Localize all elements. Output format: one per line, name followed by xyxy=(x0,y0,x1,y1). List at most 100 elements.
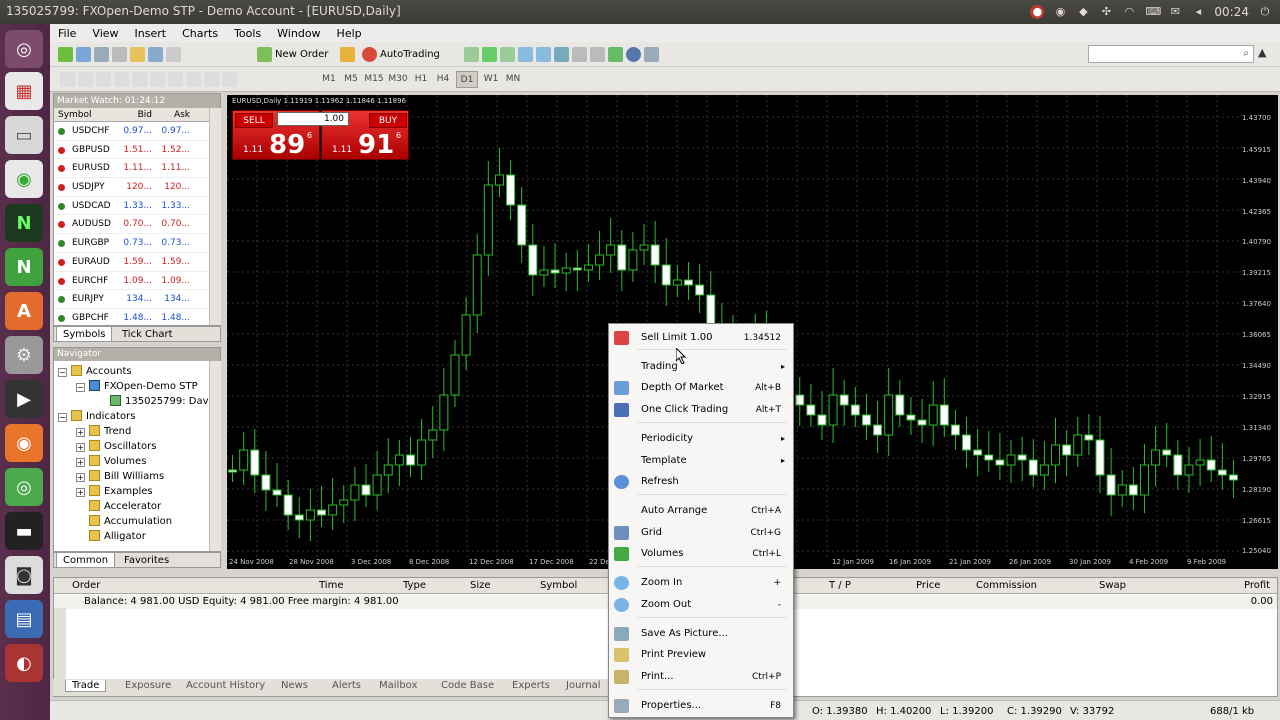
market-row[interactable]: EURGBP 0.73... 0.73... xyxy=(54,234,220,253)
tab-common[interactable]: Common xyxy=(56,553,116,568)
mail-icon[interactable]: ✉ xyxy=(1168,5,1182,19)
menu-sell-limit[interactable]: Sell Limit 1.00 1.34512 xyxy=(609,328,793,348)
monitor-icon[interactable]: ▬ xyxy=(5,512,43,550)
navigator-icon[interactable] xyxy=(130,47,145,62)
market-row[interactable]: USDCAD 1.33... 1.33... xyxy=(54,197,220,216)
autoscroll-icon[interactable] xyxy=(572,47,587,62)
market-watch-icon[interactable] xyxy=(94,47,109,62)
fibonacci-icon[interactable] xyxy=(168,72,183,87)
new-chart-icon[interactable] xyxy=(58,47,73,62)
collapse-icon[interactable]: ▲ xyxy=(1258,46,1266,59)
system-settings-icon[interactable]: ⚙ xyxy=(5,336,43,374)
terminal-icon[interactable]: ▶ xyxy=(5,380,43,418)
trendline-icon[interactable] xyxy=(132,72,147,87)
market-watch-scrollbar[interactable] xyxy=(209,108,221,325)
profiles-icon[interactable] xyxy=(76,47,91,62)
evernote-icon[interactable]: N xyxy=(5,248,43,286)
col-profit[interactable]: Profit xyxy=(1244,580,1270,591)
menu-trading[interactable]: Trading ▸ xyxy=(609,357,793,377)
market-row[interactable]: EURAUD 1.59... 1.59... xyxy=(54,253,220,272)
market-row[interactable]: EURUSD 1.11... 1.11... xyxy=(54,159,220,179)
nav-alligator[interactable]: Alligator xyxy=(89,529,146,544)
col-ask[interactable]: Ask xyxy=(156,108,194,121)
cursor-icon[interactable] xyxy=(60,72,75,87)
channel-icon[interactable] xyxy=(150,72,165,87)
menu-print-preview[interactable]: Print Preview xyxy=(609,645,793,665)
vertical-line-icon[interactable] xyxy=(96,72,111,87)
menu-properties[interactable]: Properties... F8 xyxy=(609,696,793,716)
tab-account-history[interactable]: Account History xyxy=(186,680,265,691)
col-tp[interactable]: T / P xyxy=(829,580,851,591)
col-size[interactable]: Size xyxy=(470,580,491,591)
menu-volumes[interactable]: Volumes Ctrl+L xyxy=(609,544,793,564)
tf-m5[interactable]: M5 xyxy=(340,71,362,88)
menu-zoom-out[interactable]: Zoom Out - xyxy=(609,595,793,615)
update-icon[interactable]: ● xyxy=(1030,5,1045,19)
col-time[interactable]: Time xyxy=(319,580,343,591)
templates-icon[interactable] xyxy=(644,47,659,62)
menu-template[interactable]: Template ▸ xyxy=(609,451,793,471)
menu-zoom-in[interactable]: Zoom In + xyxy=(609,573,793,593)
market-row[interactable]: GBPCHF 1.48... 1.48... xyxy=(54,309,220,328)
metaeditor-icon[interactable] xyxy=(340,47,355,62)
tf-h4[interactable]: H4 xyxy=(432,71,454,88)
nav-account[interactable]: 135025799: Dave xyxy=(110,394,215,409)
data-window-icon[interactable] xyxy=(112,47,127,62)
label-icon[interactable] xyxy=(204,72,219,87)
tf-mn[interactable]: MN xyxy=(502,71,524,88)
nav-trend[interactable]: + Trend xyxy=(76,424,131,439)
tab-favorites[interactable]: Favorites xyxy=(118,553,175,568)
col-bid[interactable]: Bid xyxy=(118,108,156,121)
text-icon[interactable] xyxy=(186,72,201,87)
arrows-icon[interactable] xyxy=(222,72,237,87)
mt4-icon[interactable]: ◐ xyxy=(5,644,43,682)
tester-icon[interactable] xyxy=(166,47,181,62)
clock[interactable]: 00:24 xyxy=(1214,5,1249,19)
nav-volumes[interactable]: + Volumes xyxy=(76,454,146,469)
menu-window[interactable]: Window xyxy=(269,27,328,40)
files-icon[interactable]: ▭ xyxy=(5,116,43,154)
nav-server[interactable]: − FXOpen-Demo STP xyxy=(76,379,198,394)
col-price[interactable]: Price xyxy=(916,580,940,591)
zoom-in-toolbar-icon[interactable] xyxy=(518,47,533,62)
wifi-icon[interactable]: ◠ xyxy=(1122,5,1136,19)
nav-accounts[interactable]: − Accounts xyxy=(58,364,132,379)
tf-h1[interactable]: H1 xyxy=(410,71,432,88)
menu-charts[interactable]: Charts xyxy=(174,27,226,40)
menu-save-as-picture[interactable]: Save As Picture... xyxy=(609,624,793,644)
search-input[interactable]: ⌕ xyxy=(1088,45,1254,63)
tab-alerts[interactable]: Alerts xyxy=(332,680,361,691)
tab-trade[interactable]: Trade xyxy=(65,680,107,692)
col-symbol[interactable]: Symbol xyxy=(540,580,577,591)
tf-m1[interactable]: M1 xyxy=(318,71,340,88)
tf-m30[interactable]: M30 xyxy=(386,71,410,88)
tab-mailbox[interactable]: Mailbox xyxy=(379,680,417,691)
app-icon[interactable]: ▤ xyxy=(5,600,43,638)
tab-journal[interactable]: Journal xyxy=(566,680,601,691)
sell-button[interactable]: SELL xyxy=(235,113,273,128)
tf-w1[interactable]: W1 xyxy=(480,71,502,88)
col-order[interactable]: Order xyxy=(72,580,100,591)
horizontal-line-icon[interactable] xyxy=(114,72,129,87)
col-commission[interactable]: Commission xyxy=(976,580,1037,591)
periods-icon[interactable] xyxy=(626,47,641,62)
market-row[interactable]: EURJPY 134... 134... xyxy=(54,290,220,309)
camera-icon[interactable]: ◙ xyxy=(5,556,43,594)
autotrading-button[interactable]: AutoTrading xyxy=(362,46,440,63)
col-swap[interactable]: Swap xyxy=(1099,580,1126,591)
indicators-icon[interactable] xyxy=(608,47,623,62)
line-chart-icon[interactable] xyxy=(500,47,515,62)
menu-print[interactable]: Print... Ctrl+P xyxy=(609,667,793,687)
nav-bill-williams[interactable]: + Bill Williams xyxy=(76,469,164,484)
menu-file[interactable]: File xyxy=(50,27,84,40)
tab-code-base[interactable]: Code Base xyxy=(441,680,494,691)
keyboard-icon[interactable]: ⌨ xyxy=(1145,5,1161,19)
market-row[interactable]: USDCHF 0.97... 0.97... xyxy=(54,122,220,141)
menu-help[interactable]: Help xyxy=(329,27,370,40)
ubuntu-logo-icon[interactable]: ◎ xyxy=(5,30,43,68)
menu-refresh[interactable]: Refresh xyxy=(609,472,793,492)
zoom-out-toolbar-icon[interactable] xyxy=(536,47,551,62)
nav-examples[interactable]: + Examples xyxy=(76,484,153,499)
candlestick-icon[interactable] xyxy=(482,47,497,62)
apps-icon[interactable]: ▦ xyxy=(5,72,43,110)
